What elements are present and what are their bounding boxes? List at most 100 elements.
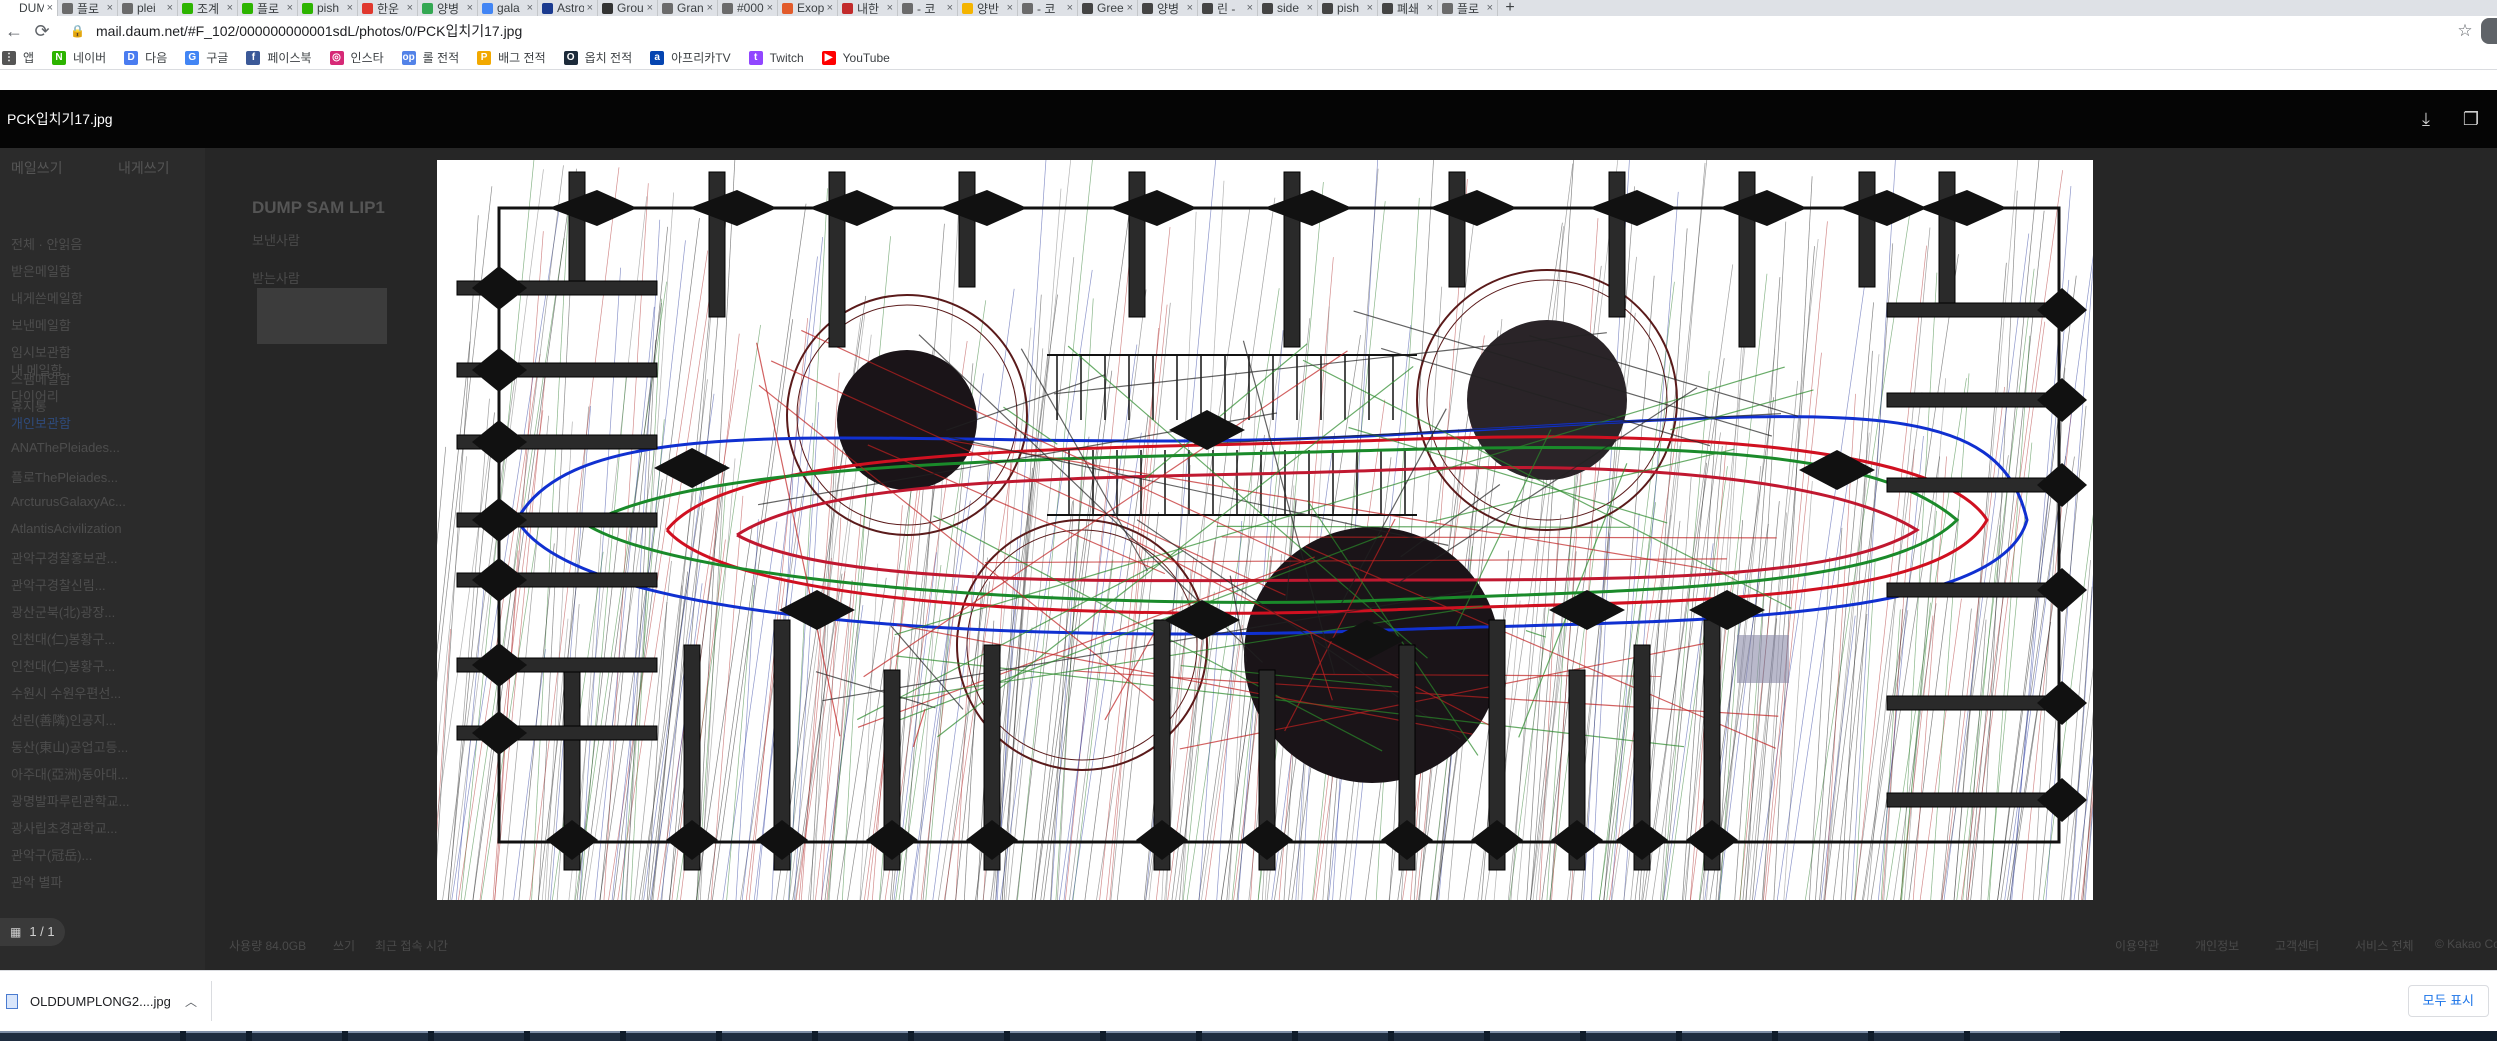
taskbar-app[interactable] [1298, 1031, 1388, 1041]
close-icon[interactable]: × [647, 2, 653, 14]
write-self-button[interactable]: 내게쓰기 [118, 154, 170, 182]
tab[interactable]: pish × [298, 0, 358, 16]
url-text[interactable]: mail.daum.net/#F_102/000000000001sdL/pho… [96, 21, 522, 41]
close-icon[interactable]: × [887, 2, 893, 14]
write-footer-link[interactable]: 쓰기 [333, 937, 355, 954]
write-mail-button[interactable]: 메일쓰기 [11, 154, 63, 182]
back-icon[interactable]: ← [0, 17, 28, 45]
bookmark-item[interactable]: op 롤 전적 [401, 49, 459, 66]
tab[interactable]: plei × [118, 0, 178, 16]
my-folder-item[interactable]: 인천대(仁)봉황구... [11, 629, 115, 648]
tab[interactable]: gala × [478, 0, 538, 16]
tab[interactable]: 폐쇄 × [1378, 0, 1438, 16]
taskbar-app[interactable] [626, 1031, 716, 1041]
my-folder-item[interactable]: 광산군북(北)광장... [11, 602, 115, 621]
bookmark-item[interactable]: a 아프리카TV [650, 49, 731, 66]
my-folder-item[interactable]: AtlantisAcivilization [11, 521, 122, 536]
tab[interactable]: #000 × [718, 0, 778, 16]
close-icon[interactable]: × [287, 2, 293, 14]
tab[interactable]: pish × [1318, 0, 1378, 16]
tab[interactable]: 양병 × [418, 0, 478, 16]
folder-item[interactable]: 받은메일함 [11, 261, 71, 280]
folder-item[interactable]: 임시보관함 [11, 342, 71, 361]
close-icon[interactable]: × [827, 2, 833, 14]
close-icon[interactable]: × [1307, 2, 1313, 14]
close-icon[interactable]: × [1127, 2, 1133, 14]
my-folder-item[interactable]: 광명발파루린관학교... [11, 791, 129, 810]
close-icon[interactable]: × [227, 2, 233, 14]
close-icon[interactable]: × [1247, 2, 1253, 14]
close-icon[interactable]: × [1427, 2, 1433, 14]
close-icon[interactable]: × [947, 2, 953, 14]
taskbar-app[interactable] [1010, 1031, 1100, 1041]
tab[interactable]: 양병 × [1138, 0, 1198, 16]
thumbnail-grid-icon[interactable]: ▦ [10, 918, 21, 946]
footer-link[interactable]: 이용약관 [2115, 937, 2159, 954]
my-folder-item[interactable]: ArcturusGalaxyAc... [11, 494, 126, 509]
download-item[interactable]: OLDDUMPLONG2....jpg ︿ [0, 981, 212, 1021]
my-folder-item[interactable]: 선린(善隣)인공지... [11, 710, 116, 729]
bookmark-item[interactable]: ▶ YouTube [821, 50, 890, 65]
my-folder-item[interactable]: 관악구경찰신림... [11, 575, 106, 594]
taskbar-app[interactable] [186, 1031, 246, 1041]
my-folder-item[interactable]: 광사립초경관학교... [11, 818, 118, 837]
taskbar-app[interactable] [818, 1031, 908, 1041]
close-icon[interactable]: × [1367, 2, 1373, 14]
close-icon[interactable]: × [347, 2, 353, 14]
close-icon[interactable]: × [1187, 2, 1193, 14]
close-icon[interactable]: × [467, 2, 473, 14]
tab[interactable]: Gran × [658, 0, 718, 16]
show-all-button[interactable]: 모두 표시 [2407, 985, 2489, 1017]
tab[interactable]: 플로 × [1438, 0, 1498, 16]
tab[interactable]: 내한 × [838, 0, 898, 16]
my-folder-item[interactable]: 동산(東山)공업고등... [11, 737, 128, 756]
profile-icon[interactable] [2481, 18, 2497, 44]
taskbar-app[interactable] [348, 1031, 428, 1041]
taskbar-app[interactable] [1202, 1031, 1292, 1041]
taskbar-app[interactable] [1106, 1031, 1196, 1041]
bookmark-item[interactable]: f 페이스북 [246, 49, 312, 66]
taskbar-app[interactable] [1490, 1031, 1580, 1041]
bookmark-item[interactable]: O 옵치 전적 [563, 49, 632, 66]
close-icon[interactable]: × [587, 2, 593, 14]
taskbar-app[interactable] [530, 1031, 620, 1041]
taskbar-app[interactable] [1586, 1031, 1676, 1041]
close-icon[interactable]: × [527, 2, 533, 14]
my-folder-item[interactable]: 인천대(仁)봉황구... [11, 656, 115, 675]
footer-link[interactable]: © Kakao Corp. [2435, 937, 2497, 951]
tab[interactable]: 한운 × [358, 0, 418, 16]
my-folder-item[interactable]: 개인보관함 [11, 413, 71, 432]
tab[interactable]: side × [1258, 0, 1318, 16]
folder-filter[interactable]: 전체 · 안읽음 [11, 234, 82, 253]
my-folder-item[interactable]: 플로ThePleiades... [11, 467, 118, 486]
bookmark-star-icon[interactable]: ☆ [2451, 21, 2479, 41]
footer-link[interactable]: 고객센터 [2275, 937, 2319, 954]
close-icon[interactable]: × [1007, 2, 1013, 14]
download-icon[interactable]: ⤓ [2415, 108, 2437, 130]
my-folder-item[interactable]: 수원시 수원우편선... [11, 683, 121, 702]
close-icon[interactable]: × [107, 2, 113, 14]
close-icon[interactable]: × [167, 2, 173, 14]
tab[interactable]: 플로 × [238, 0, 298, 16]
tab[interactable]: DUM× [0, 0, 58, 16]
footer-link[interactable]: 개인정보 [2195, 937, 2239, 954]
footer-link[interactable]: 서비스 전체 [2355, 937, 2414, 954]
close-icon[interactable]: × [1067, 2, 1073, 14]
taskbar-app[interactable] [0, 1031, 180, 1041]
bookmark-item[interactable]: D 다음 [124, 49, 167, 66]
new-tab-button[interactable]: + [1498, 0, 1522, 16]
bookmark-item[interactable]: ⋮ 앱 [2, 49, 34, 66]
my-folder-item[interactable]: 다이어리 [11, 386, 59, 405]
tab[interactable]: Gree × [1078, 0, 1138, 16]
tab[interactable]: - 코 × [898, 0, 958, 16]
folder-item[interactable]: 내게쓴메일함 [11, 288, 83, 307]
close-icon[interactable]: × [767, 2, 773, 14]
bookmark-item[interactable]: P 배그 전적 [477, 49, 546, 66]
taskbar-app[interactable] [434, 1031, 524, 1041]
taskbar-app[interactable] [914, 1031, 1004, 1041]
tab[interactable]: - 코 × [1018, 0, 1078, 16]
taskbar-app[interactable] [1874, 1031, 1964, 1041]
taskbar-app[interactable] [1970, 1031, 2060, 1041]
folder-item[interactable]: 보낸메일함 [11, 315, 71, 334]
bookmark-item[interactable]: N 네이버 [52, 49, 106, 66]
